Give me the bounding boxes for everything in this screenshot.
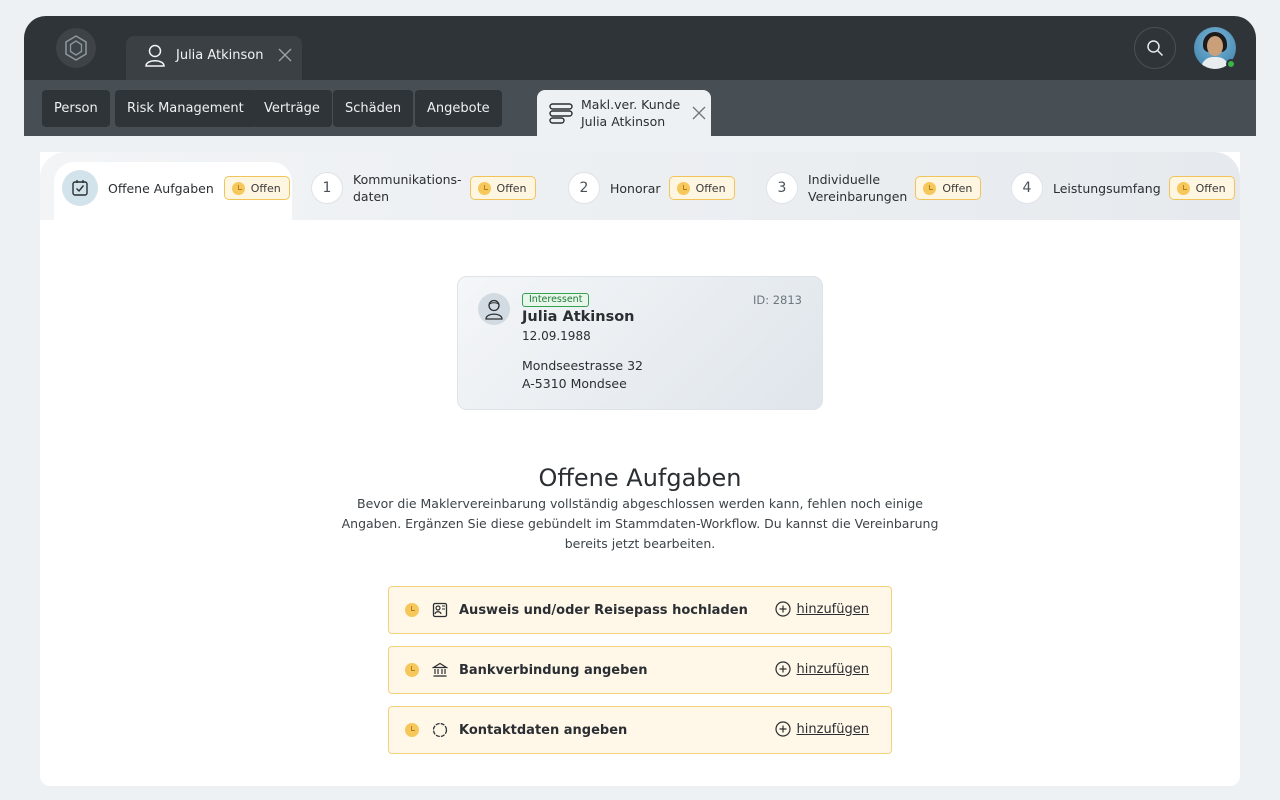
task-label: Bankverbindung angeben — [459, 662, 648, 678]
person-address-city: A-5310 Mondsee — [522, 376, 627, 391]
workflow-icon — [549, 103, 573, 124]
add-link-label: hinzufügen — [796, 721, 869, 737]
step-honorar[interactable]: 2 Honorar Offen — [568, 168, 735, 208]
online-status-indicator — [1226, 59, 1236, 69]
person-birthdate: 12.09.1988 — [522, 329, 591, 343]
close-icon[interactable] — [278, 48, 292, 62]
status-badge: Offen — [469, 176, 536, 200]
step-label: Honorar — [610, 180, 661, 196]
task-kontaktdaten: Kontaktdaten angeben hinzufügen — [388, 706, 892, 754]
top-bar: Julia Atkinson — [24, 16, 1256, 80]
step-label-line1: Kommunikations- — [353, 172, 462, 187]
status-tag: Interessent — [522, 293, 590, 307]
nav-angebote-button[interactable]: Angebote — [415, 90, 502, 127]
person-icon — [145, 44, 165, 67]
clock-icon — [231, 181, 245, 195]
step-label: Kommunikations-daten — [353, 171, 462, 205]
step-leistungsumfang[interactable]: 4 Leistungsumfang Offen — [1011, 168, 1235, 208]
clock-icon — [405, 663, 419, 677]
person-icon — [485, 299, 503, 320]
add-kontaktdaten-link[interactable]: hinzufügen — [774, 721, 869, 737]
app-window: Julia Atkinson Person Risk Management Ve… — [24, 16, 1256, 800]
checkbox-icon — [72, 180, 88, 196]
plus-circle-icon — [774, 661, 791, 677]
nav-vertraege-label: Verträge — [264, 101, 320, 116]
nav-risk-management-label: Risk Management — [127, 101, 244, 116]
step-number-circle: 2 — [568, 172, 600, 204]
search-icon — [1147, 40, 1164, 57]
status-badge: Offen — [668, 176, 735, 200]
task-label: Kontaktdaten angeben — [459, 722, 628, 738]
step-icon-circle — [62, 170, 98, 206]
status-badge: Offen — [223, 176, 290, 200]
nav-person-button[interactable]: Person — [42, 90, 110, 127]
task-label: Ausweis und/oder Reisepass hochladen — [459, 602, 748, 618]
add-bankverbindung-link[interactable]: hinzufügen — [774, 661, 869, 677]
clock-icon — [676, 181, 690, 195]
step-label-line1: Individuelle — [808, 172, 881, 187]
nav-schaeden-label: Schäden — [345, 101, 402, 116]
doc-tab-line2: Julia Atkinson — [581, 114, 666, 129]
person-tab-label: Julia Atkinson — [176, 47, 264, 63]
avatar-body — [1201, 57, 1229, 69]
nav-schaeden-button[interactable]: Schäden — [333, 90, 414, 127]
status-badge: Offen — [915, 176, 982, 200]
plus-circle-icon — [774, 601, 791, 617]
status-badge-text: Offen — [1195, 181, 1226, 195]
person-id: ID: 2813 — [752, 293, 802, 307]
page-description: Bevor die Maklervereinbarung vollständig… — [341, 496, 939, 551]
person-address-street: Mondseestrasse 32 — [522, 358, 643, 373]
app-logo[interactable] — [56, 28, 96, 68]
step-kommunikationsdaten[interactable]: 1 Kommunikations-daten Offen — [311, 168, 536, 208]
add-ausweis-link[interactable]: hinzufügen — [774, 601, 869, 617]
step-label-line2: Vereinbarungen — [808, 189, 908, 204]
doc-tab-label: Makl.ver. Kunde Julia Atkinson — [581, 96, 680, 130]
doc-tab-line1: Makl.ver. Kunde — [581, 97, 681, 112]
close-icon[interactable] — [692, 106, 706, 120]
search-button[interactable] — [1134, 27, 1176, 69]
step-number-circle: 1 — [311, 172, 343, 204]
step-individuelle-vereinbarungen[interactable]: 3 Individuelle Vereinbarungen Offen — [766, 168, 982, 208]
task-bankverbindung: Bankverbindung angeben hinzufügen — [388, 646, 892, 694]
step-label: Leistungsumfang — [1053, 180, 1161, 196]
step-label: Offene Aufgaben — [108, 180, 214, 196]
nav-risk-management-button[interactable]: Risk Management — [115, 90, 256, 127]
person-avatar — [478, 293, 510, 325]
status-badge: Offen — [1168, 176, 1235, 200]
tab-maklervereinbarung[interactable]: Makl.ver. Kunde Julia Atkinson — [537, 90, 711, 136]
add-link-label: hinzufügen — [796, 661, 869, 677]
avatar-face — [1207, 36, 1223, 56]
tab-person-julia[interactable]: Julia Atkinson — [126, 30, 302, 80]
step-offene-aufgaben[interactable]: Offene Aufgaben Offen — [62, 168, 290, 208]
status-badge-text: Offen — [496, 181, 527, 195]
status-badge-text: Offen — [250, 181, 281, 195]
clock-icon — [405, 603, 419, 617]
page-title: Offene Aufgaben — [538, 464, 742, 492]
status-badge-text: Offen — [942, 181, 973, 195]
clock-icon — [923, 181, 937, 195]
id-card-icon — [431, 601, 449, 619]
logo-icon — [65, 35, 87, 61]
step-label-line2: daten — [353, 189, 390, 204]
nav-vertraege-button[interactable]: Verträge — [252, 90, 332, 127]
contact-icon — [431, 721, 449, 739]
nav-person-label: Person — [54, 101, 98, 116]
clock-icon — [405, 723, 419, 737]
task-ausweis: Ausweis und/oder Reisepass hochladen hin… — [388, 586, 892, 634]
person-name: Julia Atkinson — [522, 309, 635, 325]
step-number-circle: 4 — [1011, 172, 1043, 204]
status-badge-text: Offen — [695, 181, 726, 195]
nav-angebote-label: Angebote — [427, 101, 490, 116]
step-label: Individuelle Vereinbarungen — [808, 171, 907, 205]
person-card: Interessent ID: 2813 Julia Atkinson 12.0… — [457, 276, 823, 410]
clock-icon — [1176, 181, 1190, 195]
bank-icon — [431, 661, 449, 679]
clock-icon — [477, 181, 491, 195]
add-link-label: hinzufügen — [796, 601, 869, 617]
plus-circle-icon — [774, 721, 791, 737]
step-number-circle: 3 — [766, 172, 798, 204]
